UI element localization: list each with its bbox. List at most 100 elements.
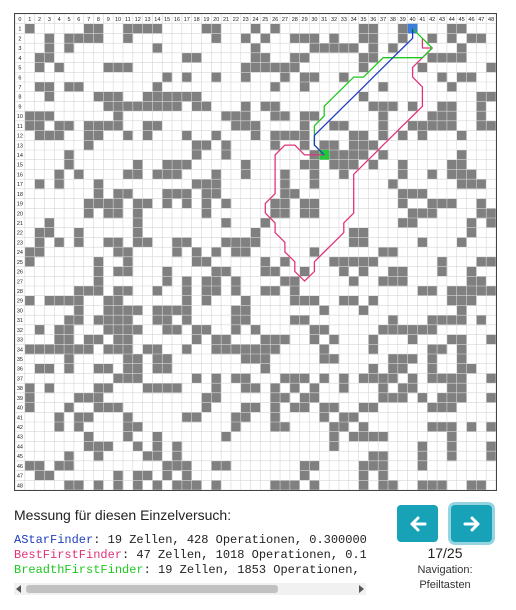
row-label: 35 bbox=[17, 357, 23, 363]
wall-cell bbox=[378, 373, 389, 384]
wall-cell bbox=[289, 383, 300, 394]
wall-cell bbox=[54, 179, 65, 190]
wall-cell bbox=[427, 198, 438, 209]
column-label: 22 bbox=[233, 17, 239, 23]
wall-cell bbox=[358, 470, 369, 481]
wall-cell bbox=[211, 169, 222, 180]
next-button[interactable] bbox=[451, 505, 492, 542]
row-label: 13 bbox=[17, 143, 23, 149]
result-astar-text: : 19 Zellen, 428 Operationen, 0.30000018 bbox=[93, 533, 366, 547]
wall-cell bbox=[54, 295, 65, 306]
wall-cell bbox=[427, 33, 438, 44]
wall-cell bbox=[260, 33, 271, 44]
wall-cell bbox=[309, 392, 320, 403]
scroll-left-arrow-icon[interactable] bbox=[16, 585, 21, 593]
horizontal-scrollbar[interactable] bbox=[14, 583, 366, 595]
wall-cell bbox=[54, 120, 65, 131]
wall-cell bbox=[103, 363, 114, 374]
wall-cell bbox=[407, 354, 418, 365]
wall-cell bbox=[476, 286, 487, 297]
wall-cell bbox=[397, 159, 408, 170]
wall-cell bbox=[289, 276, 300, 287]
wall-cell bbox=[221, 150, 232, 161]
wall-cell bbox=[446, 441, 458, 452]
wall-cell bbox=[191, 179, 202, 190]
wall-cell bbox=[437, 101, 448, 112]
wall-cell bbox=[466, 72, 477, 83]
results-panel[interactable]: AStarFinder: 19 Zellen, 428 Operationen,… bbox=[14, 533, 366, 595]
measurement-title: Messung für diesen Einzelversuch: bbox=[14, 507, 232, 523]
wall-cell bbox=[250, 23, 261, 34]
wall-cell bbox=[230, 120, 242, 131]
wall-cell bbox=[73, 344, 85, 355]
wall-cell bbox=[368, 140, 379, 151]
wall-cell bbox=[299, 52, 310, 63]
wall-cell bbox=[466, 286, 477, 297]
wall-cell bbox=[289, 286, 300, 297]
pathfinding-grid[interactable]: 0 1 2 3 4 5 6 7 8 9 10 11 12 13 14 15 16 17 18 19 20 21 22 23 24… bbox=[14, 13, 497, 491]
wall-cell bbox=[240, 383, 251, 394]
wall-cell bbox=[34, 247, 45, 258]
wall-cell bbox=[289, 52, 300, 63]
scroll-right-arrow-icon[interactable] bbox=[359, 585, 364, 593]
wall-cell bbox=[73, 295, 85, 306]
row-label: 17 bbox=[17, 182, 23, 188]
wall-cell bbox=[113, 198, 124, 209]
wall-cell bbox=[191, 150, 202, 161]
row-label: 45 bbox=[17, 454, 23, 460]
wall-cell bbox=[270, 82, 281, 93]
wall-cell bbox=[113, 266, 124, 277]
wall-cell bbox=[113, 315, 124, 326]
grid-canvas[interactable]: 0 1 2 3 4 5 6 7 8 9 10 11 12 13 14 15 16 17 18 19 20 21 22 23 24… bbox=[15, 14, 496, 490]
wall-cell bbox=[378, 460, 389, 471]
wall-cell bbox=[152, 23, 163, 34]
wall-cell bbox=[417, 451, 428, 462]
scroll-thumb[interactable] bbox=[26, 585, 278, 593]
wall-cell bbox=[348, 431, 359, 442]
wall-cell bbox=[407, 188, 418, 199]
wall-cell bbox=[260, 354, 271, 365]
wall-cell bbox=[260, 334, 271, 345]
wall-cell bbox=[378, 150, 389, 161]
wall-cell bbox=[338, 266, 350, 277]
wall-cell bbox=[201, 392, 212, 403]
wall-cell bbox=[240, 33, 251, 44]
wall-cell bbox=[181, 480, 192, 490]
wall-cell bbox=[348, 295, 359, 306]
wall-cell bbox=[93, 91, 104, 102]
wall-cell bbox=[230, 344, 242, 355]
wall-cell bbox=[446, 169, 458, 180]
row-label: 44 bbox=[17, 444, 23, 450]
wall-cell bbox=[476, 101, 487, 112]
wall-cell bbox=[299, 266, 310, 277]
wall-cell bbox=[93, 266, 104, 277]
wall-cell bbox=[397, 169, 408, 180]
wall-cell bbox=[103, 344, 114, 355]
wall-cell bbox=[280, 422, 291, 433]
wall-cell bbox=[221, 111, 232, 122]
previous-button[interactable] bbox=[397, 505, 438, 542]
wall-cell bbox=[240, 247, 251, 258]
column-label: 9 bbox=[107, 17, 110, 23]
wall-cell bbox=[348, 43, 359, 54]
wall-cell bbox=[132, 441, 143, 452]
column-label: 40 bbox=[409, 17, 415, 23]
wall-cell bbox=[132, 237, 143, 248]
wall-cell bbox=[289, 62, 300, 73]
wall-cell bbox=[73, 422, 85, 433]
wall-cell bbox=[211, 179, 222, 190]
wall-cell bbox=[299, 315, 310, 326]
wall-cell bbox=[358, 402, 369, 413]
wall-cell bbox=[201, 276, 212, 287]
wall-cell bbox=[64, 344, 75, 355]
wall-cell bbox=[191, 412, 202, 423]
wall-cell bbox=[83, 286, 94, 297]
wall-cell bbox=[456, 373, 467, 384]
wall-cell bbox=[211, 188, 222, 199]
wall-cell bbox=[417, 392, 428, 403]
wall-cell bbox=[54, 324, 65, 335]
wall-cell bbox=[456, 72, 467, 83]
wall-cell bbox=[437, 402, 448, 413]
wall-cell bbox=[132, 480, 143, 490]
wall-cell bbox=[309, 179, 320, 190]
